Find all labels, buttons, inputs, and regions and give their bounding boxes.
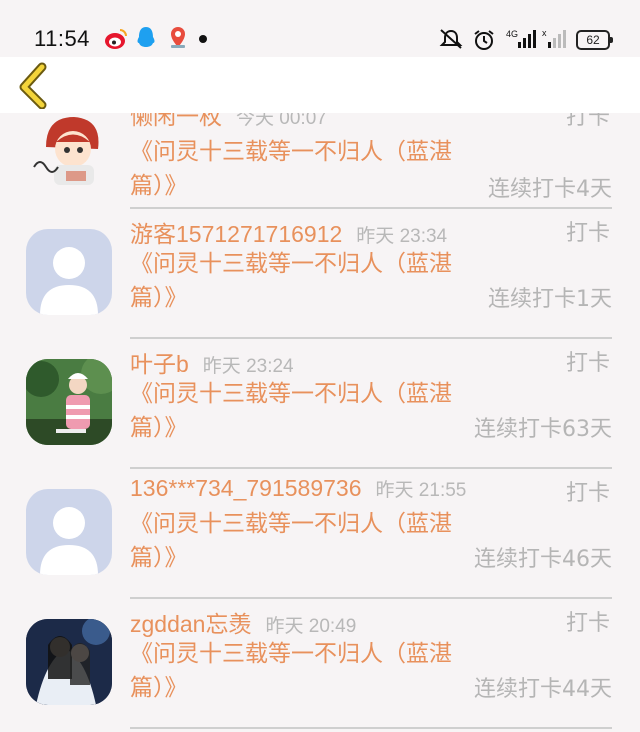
avatar[interactable] <box>26 229 112 315</box>
chevron-left-icon <box>19 62 47 110</box>
signal-icon: x <box>542 28 566 48</box>
user-name[interactable]: 叶子b 昨天 23:24 <box>130 345 294 379</box>
avatar[interactable] <box>26 107 112 193</box>
maps-icon <box>171 27 185 48</box>
battery-icon: 62 <box>576 30 613 50</box>
book-title[interactable]: 《问灵十三载等一不归人（蓝湛篇）》 <box>130 247 470 315</box>
avatar[interactable] <box>26 619 112 705</box>
alarm-icon <box>474 30 494 50</box>
checkin-list: 懒闲一枚 今天 00:07 打卡 《问灵十三载等一不归人（蓝湛篇）》 连续打卡4天… <box>0 97 640 729</box>
checkin-time: 昨天 21:55 <box>375 480 467 501</box>
list-item[interactable]: 叶子b 昨天 23:24 打卡 《问灵十三载等一不归人（蓝湛篇）》 连续打卡63天 <box>0 339 640 469</box>
user-name[interactable]: 游客1571271716912 昨天 23:34 <box>130 215 447 249</box>
checkin-time: 昨天 20:49 <box>265 616 357 637</box>
back-button[interactable] <box>12 61 56 110</box>
checkin-time: 昨天 23:34 <box>356 226 448 247</box>
book-title[interactable]: 《问灵十三载等一不归人（蓝湛篇）》 <box>130 135 470 203</box>
list-item[interactable]: 136***734_791589736 昨天 21:55 打卡 《问灵十三载等一不… <box>0 469 640 599</box>
avatar[interactable] <box>26 359 112 445</box>
mute-icon <box>439 29 463 49</box>
qq-icon <box>137 27 155 47</box>
streak-count: 连续打卡46天 <box>474 547 612 572</box>
streak-count: 连续打卡44天 <box>474 677 612 702</box>
book-title[interactable]: 《问灵十三载等一不归人（蓝湛篇）》 <box>130 507 470 575</box>
weibo-icon <box>105 29 127 49</box>
user-name[interactable]: zgddan忘羡 昨天 20:49 <box>130 605 356 639</box>
list-item[interactable]: 懒闲一枚 今天 00:07 打卡 《问灵十三载等一不归人（蓝湛篇）》 连续打卡4天 <box>0 97 640 227</box>
list-item[interactable]: zgddan忘羡 昨天 20:49 打卡 《问灵十三载等一不归人（蓝湛篇）》 连续… <box>0 599 640 729</box>
signal-4g-icon: 4G <box>506 29 536 48</box>
book-title[interactable]: 《问灵十三载等一不归人（蓝湛篇）》 <box>130 377 470 445</box>
user-name[interactable]: 136***734_791589736 昨天 21:55 <box>130 475 466 502</box>
streak-count: 连续打卡1天 <box>488 287 612 312</box>
svg-text:x: x <box>542 28 547 38</box>
checkin-label: 打卡 <box>565 481 610 506</box>
dot-icon <box>199 35 207 43</box>
list-item[interactable]: 游客1571271716912 昨天 23:34 打卡 《问灵十三载等一不归人（蓝… <box>0 209 640 339</box>
book-title[interactable]: 《问灵十三载等一不归人（蓝湛篇）》 <box>130 637 470 705</box>
checkin-label: 打卡 <box>565 351 610 376</box>
svg-text:4G: 4G <box>506 29 518 39</box>
divider <box>130 727 612 729</box>
checkin-label: 打卡 <box>565 221 610 246</box>
status-time: 11:54 <box>34 26 90 51</box>
avatar[interactable] <box>26 489 112 575</box>
nav-bar <box>0 57 640 113</box>
checkin-label: 打卡 <box>565 611 610 636</box>
streak-count: 连续打卡4天 <box>488 177 612 202</box>
streak-count: 连续打卡63天 <box>474 417 612 442</box>
checkin-time: 昨天 23:24 <box>202 356 294 377</box>
